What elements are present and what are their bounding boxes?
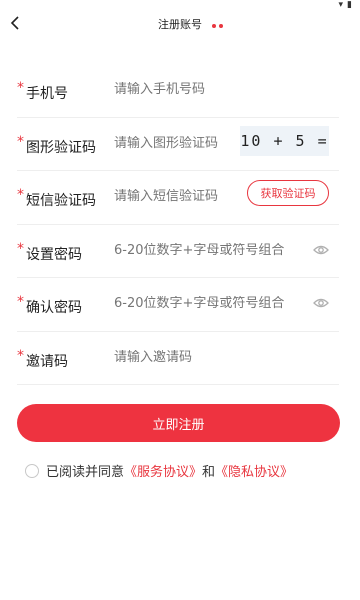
password-label: 设置密码 — [26, 246, 82, 263]
invite-code-input[interactable] — [114, 349, 254, 365]
agreement-row: 已阅读并同意 《服务协议》 和 《隐私协议》 — [25, 461, 293, 480]
service-agreement-link[interactable]: 《服务协议》 — [124, 461, 202, 480]
captcha-input[interactable] — [114, 135, 254, 151]
eye-icon[interactable] — [313, 243, 329, 257]
confirm-password-input[interactable] — [114, 296, 304, 311]
agree-checkbox[interactable] — [25, 463, 39, 478]
required-mark: * — [17, 294, 24, 310]
required-mark: * — [17, 240, 24, 257]
register-form: * 手机号 * 图形验证码 10 + 5 = * 短信验证码 获取验证码 * 设… — [17, 64, 339, 385]
register-button[interactable]: 立即注册 — [17, 404, 340, 442]
privacy-agreement-link[interactable]: 《隐私协议》 — [215, 461, 293, 480]
required-mark: * — [17, 187, 24, 203]
eye-icon[interactable] — [313, 296, 329, 310]
status-bar: ▾ ▮ — [0, 0, 360, 10]
captcha-row: * 图形验证码 10 + 5 = — [17, 118, 339, 171]
phone-row: * 手机号 — [17, 64, 339, 118]
phone-input[interactable] — [114, 82, 254, 97]
required-mark: * — [17, 133, 24, 150]
battery-icon: ▮ — [347, 0, 352, 10]
wifi-icon: ▾ — [338, 0, 344, 10]
confirm-password-row: * 确认密码 — [17, 278, 339, 332]
required-mark: * — [17, 347, 24, 364]
agreement-and: 和 — [202, 465, 216, 480]
page-title: 注册账号 — [158, 18, 202, 31]
password-row: * 设置密码 — [17, 225, 339, 278]
sms-row: * 短信验证码 获取验证码 — [17, 171, 339, 225]
sms-code-input[interactable] — [114, 189, 254, 204]
captcha-label: 图形验证码 — [26, 139, 96, 156]
sms-label: 短信验证码 — [26, 193, 96, 209]
required-mark: * — [17, 80, 24, 96]
phone-label: 手机号 — [26, 86, 68, 102]
password-input[interactable] — [114, 242, 304, 258]
invite-row: * 邀请码 — [17, 332, 339, 385]
invite-label: 邀请码 — [26, 353, 68, 370]
indicator-dots-icon — [212, 24, 223, 28]
nav-bar: 注册账号 — [0, 10, 360, 38]
confirm-password-label: 确认密码 — [26, 300, 82, 316]
agreement-prefix: 已阅读并同意 — [46, 465, 125, 480]
get-code-button[interactable]: 获取验证码 — [247, 180, 329, 206]
captcha-image[interactable]: 10 + 5 = — [240, 125, 329, 156]
